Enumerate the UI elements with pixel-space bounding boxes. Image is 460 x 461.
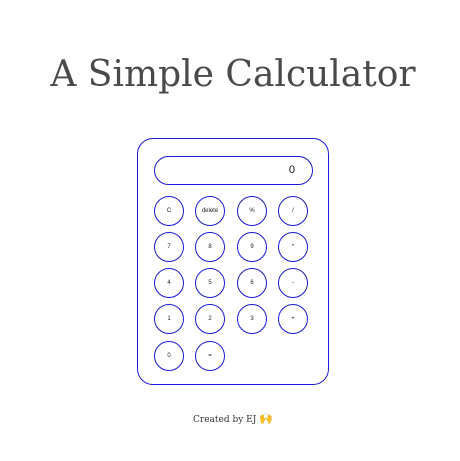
calculator: 0 C delete % / 7 8 9 * 4 5 6 - 1 2 3 + 0… [137, 138, 329, 385]
digit-9-button[interactable]: 9 [237, 232, 267, 262]
clear-button[interactable]: C [154, 196, 184, 226]
digit-7-button[interactable]: 7 [154, 232, 184, 262]
multiply-button[interactable]: * [278, 232, 308, 262]
delete-button[interactable]: delete [195, 196, 225, 226]
calculator-display: 0 [154, 156, 313, 185]
digit-1-button[interactable]: 1 [154, 304, 184, 334]
percent-button[interactable]: % [237, 196, 267, 226]
digit-0-button[interactable]: 0 [154, 341, 184, 371]
digit-8-button[interactable]: 8 [195, 232, 225, 262]
raising-hands-icon: 🙌 [259, 412, 273, 425]
subtract-button[interactable]: - [278, 268, 308, 298]
digit-3-button[interactable]: 3 [237, 304, 267, 334]
footer-credit: Created by EJ [193, 415, 257, 425]
divide-button[interactable]: / [278, 196, 308, 226]
page-title: A Simple Calculator [50, 54, 416, 95]
add-button[interactable]: + [278, 304, 308, 334]
equals-button[interactable]: = [195, 341, 225, 371]
digit-4-button[interactable]: 4 [154, 268, 184, 298]
digit-6-button[interactable]: 6 [237, 268, 267, 298]
footer: Created by EJ 🙌 [0, 411, 460, 428]
digit-2-button[interactable]: 2 [195, 304, 225, 334]
digit-5-button[interactable]: 5 [195, 268, 225, 298]
